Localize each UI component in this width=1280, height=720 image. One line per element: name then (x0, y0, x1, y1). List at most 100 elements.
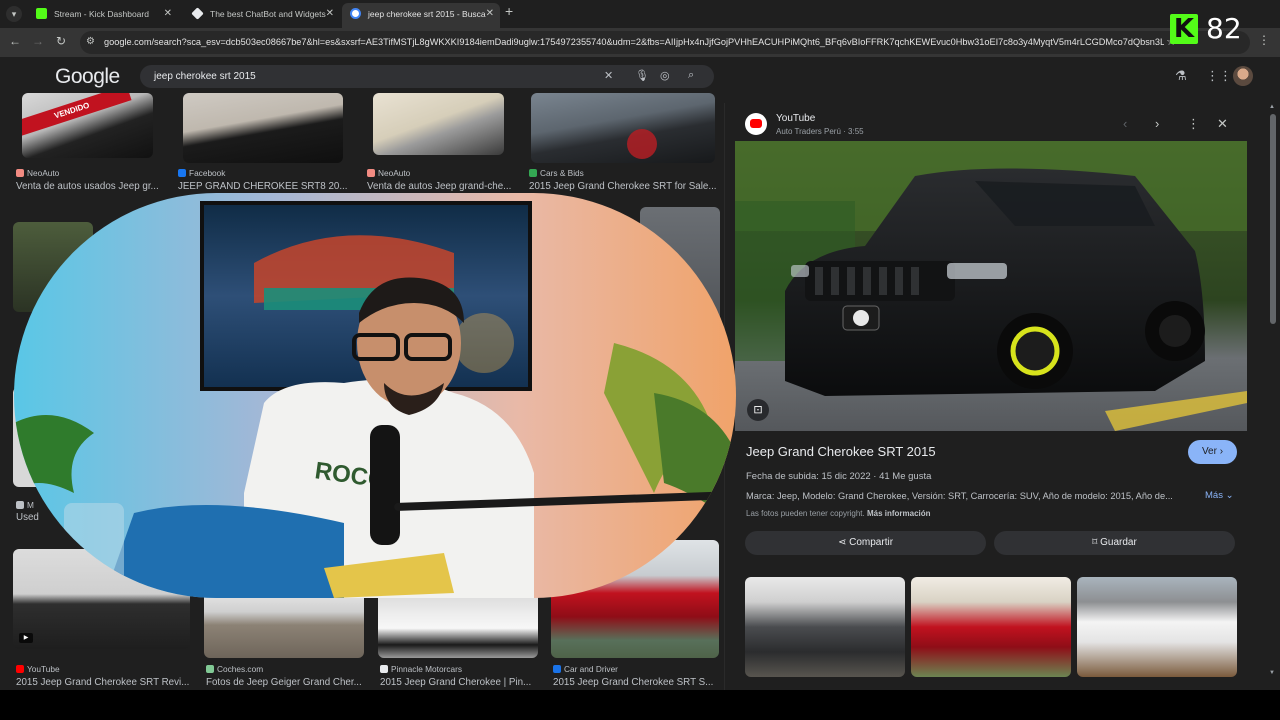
result-image[interactable] (531, 93, 715, 163)
browser-menu-icon[interactable]: ⋮ (1258, 33, 1270, 47)
result-caption[interactable]: Used (16, 512, 46, 523)
close-icon[interactable]: ✕ (164, 3, 172, 25)
coches-favicon-icon (206, 665, 214, 673)
result-source[interactable]: YouTube (16, 664, 60, 674)
save-label: Guardar (1100, 537, 1137, 548)
result-caption[interactable]: JEEP GRAND CHEROKEE SRT8 20... (178, 181, 348, 192)
copyright-notice: Las fotos pueden tener copyright. Más in… (746, 509, 931, 518)
search-query[interactable]: jeep cherokee srt 2015 (154, 65, 256, 88)
source-name: Car and Driver (564, 664, 618, 674)
back-arrow-icon[interactable]: ← (9, 34, 21, 48)
tab-google-search[interactable]: jeep cherokee srt 2015 - Busca ✕ (342, 3, 500, 28)
site-info-icon[interactable]: ⚙ (86, 36, 95, 47)
tab-kick-dashboard[interactable]: Stream - Kick Dashboard ✕ (28, 3, 178, 25)
panel-description: Marca: Jeep, Modelo: Grand Cherokee, Ver… (746, 491, 1173, 501)
result-source[interactable]: Cars & Bids (529, 168, 584, 178)
url-text: google.com/search?sca_esv=dcb503ec08667b… (104, 37, 1164, 47)
tab-strip: ▾ Stream - Kick Dashboard ✕ The best Cha… (0, 0, 1280, 28)
result-source[interactable]: Facebook (178, 168, 225, 178)
preview-image[interactable]: ⊡ (735, 141, 1247, 431)
scroll-thumb[interactable] (1270, 114, 1276, 324)
source-favicon-icon (16, 501, 24, 509)
result-source[interactable]: M (16, 500, 34, 510)
result-image[interactable] (204, 592, 364, 658)
streamelements-favicon-icon (191, 7, 204, 20)
tab-chatbot-widgets[interactable]: The best ChatBot and Widgets ✕ (184, 3, 340, 25)
result-caption[interactable]: Fotos de Jeep Geiger Grand Cher... (206, 677, 366, 688)
address-bar[interactable]: ⚙ google.com/search?sca_esv=dcb503ec0866… (80, 31, 1250, 54)
lens-icon[interactable]: ◎ (660, 69, 670, 82)
new-tab-button[interactable]: + (505, 3, 513, 19)
source-name: NeoAuto (27, 168, 60, 178)
view-button-label: Ver (1201, 446, 1217, 457)
more-button[interactable]: Más ⌄ (1205, 490, 1234, 501)
close-icon[interactable]: ✕ (326, 3, 334, 25)
microphone-icon[interactable]: 🎙 (635, 69, 649, 82)
result-source[interactable]: Pinnacle Motorcars (380, 664, 462, 674)
tab-title: Stream - Kick Dashboard (54, 9, 149, 19)
result-image[interactable] (378, 592, 538, 658)
lens-search-icon[interactable]: ⊡ (747, 399, 769, 421)
account-avatar[interactable] (1233, 66, 1253, 86)
copyright-text: Las fotos pueden tener copyright. (746, 509, 865, 518)
share-button[interactable]: ⋖ Compartir (745, 531, 986, 555)
image-preview-panel: YouTube Auto Traders Perú · 3:55 ‹ › ⋮ ✕ (724, 103, 1248, 690)
source-name: Cars & Bids (540, 168, 584, 178)
search-icon[interactable]: ⌕ (688, 69, 694, 82)
result-source[interactable]: NeoAuto (367, 168, 410, 178)
pinnacle-favicon-icon (380, 665, 388, 673)
search-box[interactable]: jeep cherokee srt 2015 ✕ 🎙 ◎ ⌕ (140, 65, 714, 88)
related-image[interactable] (745, 577, 905, 677)
source-name: Coches.com (217, 664, 264, 674)
share-icon: ⋖ (837, 537, 850, 548)
scroll-down-icon[interactable]: ▼ (1269, 670, 1275, 676)
close-icon[interactable]: ✕ (486, 3, 494, 25)
result-image[interactable]: VENDIDO (22, 93, 153, 158)
youtube-favicon-icon (16, 665, 24, 673)
result-caption[interactable]: 2015 Jeep Grand Cherokee | Pin... (380, 677, 540, 688)
forward-arrow-icon[interactable]: → (32, 34, 44, 48)
panel-source[interactable]: YouTube (776, 113, 815, 124)
upload-meta: Fecha de subida: 15 dic 2022 · 41 Me gus… (746, 471, 932, 482)
close-icon[interactable]: ✕ (1217, 116, 1228, 132)
source-name: Facebook (189, 168, 226, 178)
result-caption[interactable]: 2015 Jeep Grand Cherokee SRT Revi... (16, 677, 191, 688)
tab-search-button[interactable]: ▾ (6, 6, 22, 22)
youtube-icon (745, 113, 767, 135)
save-button[interactable]: ⌑ Guardar (994, 531, 1235, 555)
related-image[interactable] (911, 577, 1071, 677)
neoauto-favicon-icon (367, 169, 375, 177)
caranddriver-favicon-icon (553, 665, 561, 673)
google-logo[interactable]: Google (55, 65, 120, 89)
panel-subtitle: Auto Traders Perú · 3:55 (776, 127, 864, 136)
page-scrollbar[interactable]: ▲ ▼ (1268, 104, 1278, 679)
result-caption[interactable]: 2015 Jeep Grand Cherokee SRT S... (553, 677, 719, 688)
result-source[interactable]: NeoAuto (16, 168, 59, 178)
result-caption[interactable]: Venta de autos usados Jeep gr... (16, 181, 161, 192)
more-options-icon[interactable]: ⋮ (1187, 116, 1200, 132)
tab-title: The best ChatBot and Widgets (210, 9, 326, 19)
neoauto-favicon-icon (16, 169, 24, 177)
result-caption[interactable]: Venta de autos Jeep grand-che... (367, 181, 517, 192)
jeep-photo (735, 141, 1247, 431)
apps-grid-icon[interactable]: ⋮⋮ (1206, 68, 1232, 84)
result-source[interactable]: Coches.com (206, 664, 263, 674)
clear-icon[interactable]: ✕ (604, 69, 613, 82)
related-image[interactable] (1077, 577, 1237, 677)
labs-flask-icon[interactable]: ⚗ (1175, 68, 1187, 84)
reload-icon[interactable]: ↻ (56, 34, 66, 48)
scroll-up-icon[interactable]: ▲ (1269, 104, 1275, 110)
next-chevron-icon[interactable]: › (1155, 116, 1159, 131)
browser-toolbar: ← → ↻ ⚙ google.com/search?sca_esv=dcb503… (0, 28, 1280, 57)
play-icon: ▶ (19, 633, 33, 643)
more-info-link[interactable]: Más información (867, 509, 931, 518)
streamer-camera-feed: ROCO (14, 193, 736, 598)
view-button[interactable]: Ver › (1188, 440, 1237, 464)
result-source[interactable]: Car and Driver (553, 664, 618, 674)
result-caption[interactable]: 2015 Jeep Grand Cherokee SRT for Sale... (529, 181, 717, 192)
result-image[interactable] (373, 93, 504, 155)
source-name: Pinnacle Motorcars (391, 664, 463, 674)
previous-chevron-icon[interactable]: ‹ (1123, 116, 1127, 131)
result-image[interactable] (183, 93, 343, 163)
panel-title[interactable]: Jeep Grand Cherokee SRT 2015 (746, 444, 936, 459)
